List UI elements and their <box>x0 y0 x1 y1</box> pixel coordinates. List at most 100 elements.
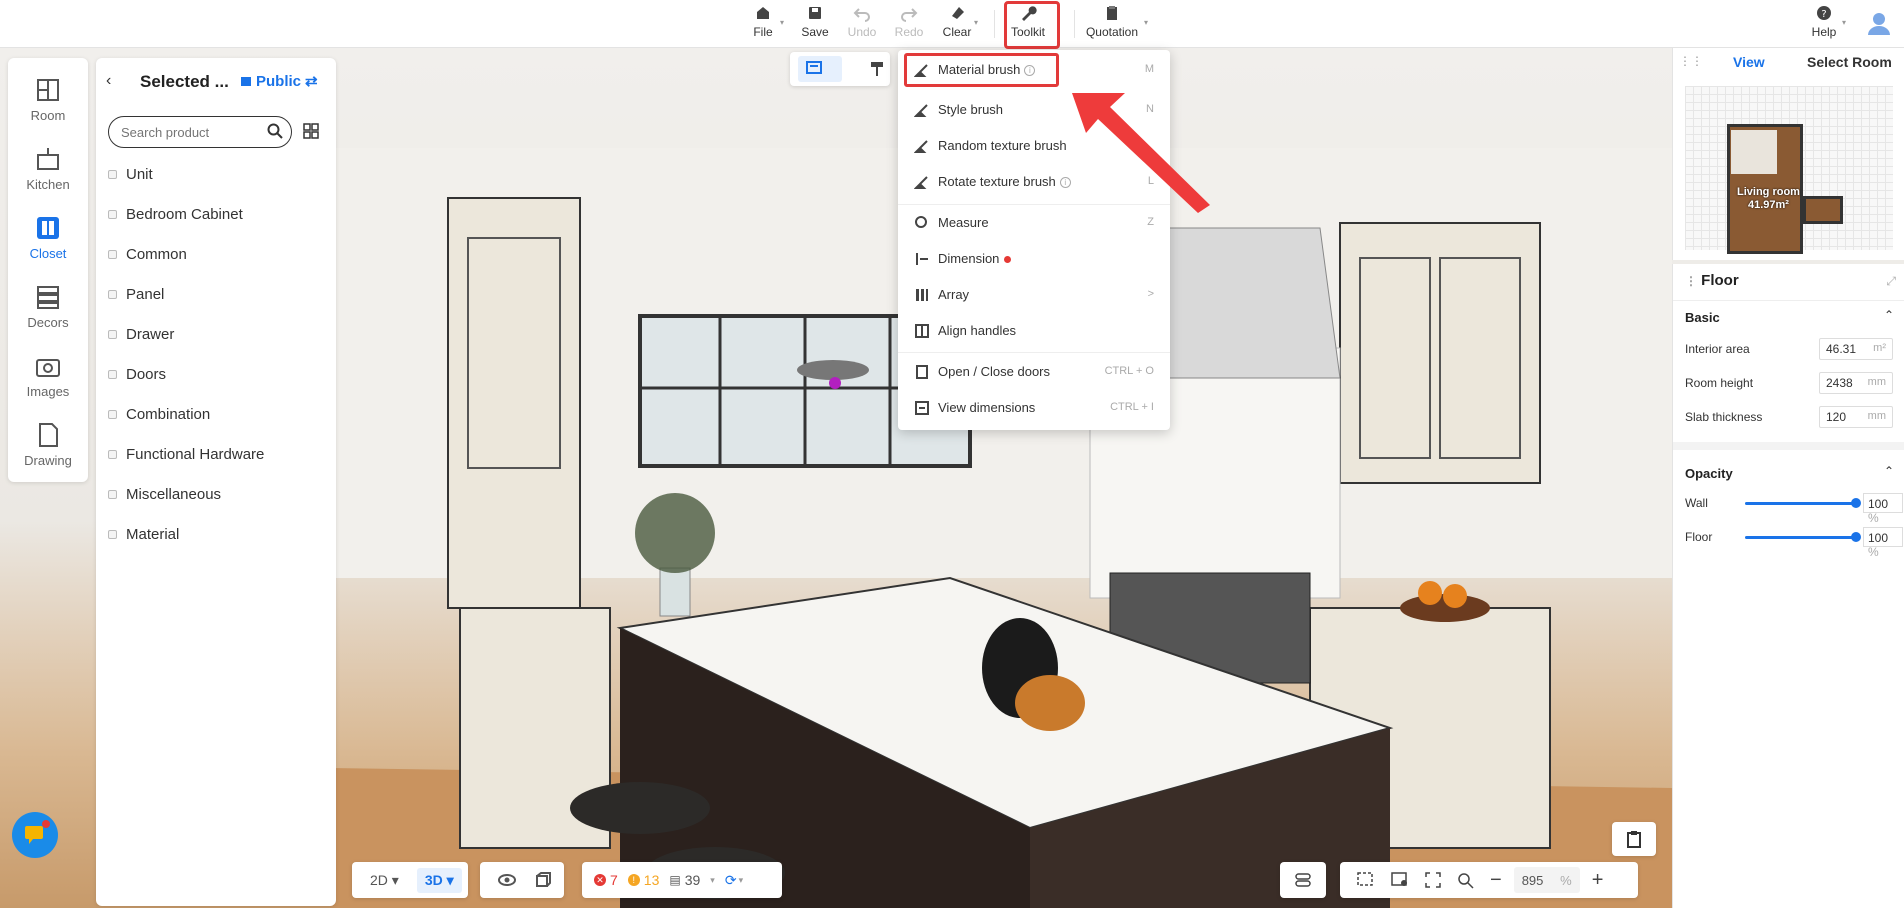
menu-item-align-handles[interactable]: Align handles <box>898 316 1170 346</box>
kitchen-icon <box>37 148 59 170</box>
mode-3d-button[interactable]: 3D ▾ <box>416 867 462 893</box>
file-caret-icon[interactable]: ▾ <box>780 18 784 27</box>
zoom-in-button[interactable]: + <box>1592 869 1604 892</box>
chevron-down-icon[interactable]: ▾ <box>739 875 744 886</box>
view-settings-icon[interactable] <box>1390 871 1410 889</box>
room-height-label: Room height <box>1685 376 1754 390</box>
rail-item-decors[interactable]: Decors <box>8 283 88 347</box>
clipboard-button[interactable] <box>1612 822 1656 856</box>
folder-icon <box>108 249 117 259</box>
redo-button[interactable]: Redo <box>894 4 924 44</box>
brush-icon <box>914 140 928 153</box>
interior-area-field[interactable]: 46.31 m² <box>1819 338 1893 360</box>
align-icon <box>915 324 929 338</box>
collapse-chevron-icon[interactable]: ⌃ <box>1884 464 1894 478</box>
wall-opacity-field[interactable]: 100 % <box>1863 493 1903 525</box>
list-icon: ▤ <box>669 873 681 887</box>
category-item[interactable]: Common <box>108 242 187 266</box>
door-icon <box>916 365 928 379</box>
quotation-caret-icon[interactable]: ▾ <box>1144 18 1148 27</box>
fit-view-icon[interactable] <box>1424 871 1442 889</box>
rail-item-room[interactable]: Room <box>8 76 88 140</box>
camera-icon <box>36 359 60 377</box>
folder-icon <box>108 369 117 379</box>
wall-opacity-knob[interactable] <box>1851 498 1861 508</box>
warning-icon: ! <box>627 874 640 886</box>
help-icon: ? <box>1817 6 1831 20</box>
category-item[interactable]: Doors <box>108 362 166 386</box>
material-brush-highlight-box <box>904 53 1059 87</box>
drag-handle-icon[interactable]: ⋮ <box>1685 274 1697 288</box>
search-input[interactable] <box>108 116 292 148</box>
select-icon <box>806 61 822 74</box>
floor-opacity-slider[interactable] <box>1745 536 1857 539</box>
wall-opacity-slider[interactable] <box>1745 502 1857 505</box>
clipboard-icon <box>1107 6 1117 20</box>
quotation-button[interactable]: Quotation <box>1082 4 1142 44</box>
user-avatar-icon[interactable] <box>1866 10 1892 36</box>
dimension-icon <box>916 253 928 265</box>
back-chevron-icon[interactable]: ‹ <box>106 72 111 90</box>
file-button[interactable]: File <box>748 4 778 44</box>
refresh-icon[interactable]: ⟳ <box>725 872 737 889</box>
menu-item-open-close-doors[interactable]: Open / Close doors CTRL + O <box>898 357 1170 387</box>
select-area-icon[interactable] <box>1356 871 1376 889</box>
collapse-chevron-icon[interactable]: ⌃ <box>1884 308 1894 322</box>
rail-item-kitchen[interactable]: Kitchen <box>8 145 88 209</box>
zoom-controls: − 895% + <box>1340 862 1638 898</box>
tab-view[interactable]: View <box>1733 54 1765 70</box>
error-icon: ✕ <box>594 874 606 886</box>
zoom-field[interactable]: 895% <box>1513 867 1580 893</box>
category-item[interactable]: Miscellaneous <box>108 482 221 506</box>
clear-caret-icon[interactable]: ▾ <box>974 18 978 27</box>
cube-icon[interactable] <box>534 871 552 889</box>
chevron-down-icon[interactable]: ▾ <box>710 875 715 886</box>
category-item[interactable]: Panel <box>108 282 164 306</box>
chat-support-button[interactable] <box>12 812 58 858</box>
help-button[interactable]: ? Help <box>1808 4 1840 44</box>
category-item[interactable]: Bedroom Cabinet <box>108 202 243 226</box>
eye-icon[interactable] <box>498 873 516 887</box>
issues-bar[interactable]: ✕ 7 ! 13 ▤ 39 ▾ ⟳ ▾ <box>582 862 782 898</box>
category-item[interactable]: Material <box>108 522 179 546</box>
floor-opacity-knob[interactable] <box>1851 532 1861 542</box>
save-button[interactable]: Save <box>800 4 830 44</box>
floor-plan-minimap[interactable]: Living room 41.97m² <box>1685 86 1893 254</box>
category-item[interactable]: Unit <box>108 162 153 186</box>
brush-icon <box>914 104 928 117</box>
rail-item-drawing[interactable]: Drawing <box>8 421 88 485</box>
grid-view-icon[interactable] <box>302 122 320 140</box>
category-item[interactable]: Drawer <box>108 322 174 346</box>
public-library-toggle[interactable]: Public ⇄ <box>240 72 318 90</box>
minimap-panel: ⋮⋮ View Select Room Living room 41.97m² <box>1672 48 1904 260</box>
panel-title: ⋮ Floor <box>1685 272 1739 289</box>
rail-item-images[interactable]: Images <box>8 352 88 416</box>
mode-2d-button[interactable]: 2D ▾ <box>370 872 399 889</box>
category-item[interactable]: Functional Hardware <box>108 442 264 466</box>
search-icon[interactable] <box>266 122 284 140</box>
expand-icon[interactable]: ⤢ <box>1886 274 1896 289</box>
drag-handle-icon[interactable]: ⋮⋮ <box>1679 54 1703 68</box>
panel-header: ‹ Selected ... Public ⇄ <box>96 58 336 106</box>
menu-item-view-dimensions[interactable]: View dimensions CTRL + I <box>898 393 1170 423</box>
paint-roller-icon[interactable] <box>870 61 886 77</box>
slab-thickness-label: Slab thickness <box>1685 410 1763 424</box>
room-height-field[interactable]: 2438 mm <box>1819 372 1893 394</box>
floor-opacity-field[interactable]: 100 % <box>1863 527 1903 559</box>
zoom-selection-icon[interactable] <box>1456 871 1476 889</box>
top-toolbar: File ▾ Save Undo Redo Clear ▾ Toolkit Qu… <box>0 0 1904 49</box>
undo-button[interactable]: Undo <box>846 4 878 44</box>
notification-dot <box>42 820 50 828</box>
rail-item-closet[interactable]: Closet <box>8 214 88 278</box>
category-item[interactable]: Combination <box>108 402 210 426</box>
slab-thickness-field[interactable]: 120 mm <box>1819 406 1893 428</box>
menu-item-array[interactable]: Array > <box>898 280 1170 310</box>
clear-button[interactable]: Clear <box>942 4 972 44</box>
help-caret-icon[interactable]: ▾ <box>1842 18 1846 27</box>
view-mode-switch: 2D ▾ 3D ▾ <box>352 862 468 898</box>
tab-select-room[interactable]: Select Room <box>1807 54 1892 70</box>
settings-toggle[interactable] <box>1280 862 1326 898</box>
zoom-out-button[interactable]: − <box>1490 869 1502 892</box>
menu-item-dimension[interactable]: Dimension <box>898 244 1170 274</box>
view-dimensions-icon <box>915 401 929 415</box>
